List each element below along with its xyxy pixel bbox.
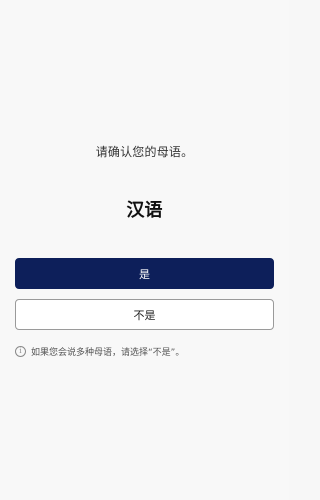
no-button-label: 不是 — [133, 308, 156, 322]
no-button[interactable]: 不是 — [15, 299, 274, 330]
yes-button[interactable]: 是 — [15, 258, 274, 289]
language-name: 汉语 — [126, 200, 163, 221]
hint-row: i 如果您会说多种母语，请选择“不是”。 — [15, 345, 279, 358]
yes-button-label: 是 — [139, 267, 150, 281]
info-icon: i — [15, 346, 26, 357]
prompt-text: 请确认您的母语。 — [95, 145, 194, 159]
hint-text: 如果您会说多种母语，请选择“不是”。 — [31, 348, 185, 358]
language-confirm-page: 请确认您的母语。 汉语 是 不是 i 如果您会说多种母语，请选择“不是”。 — [0, 0, 289, 500]
